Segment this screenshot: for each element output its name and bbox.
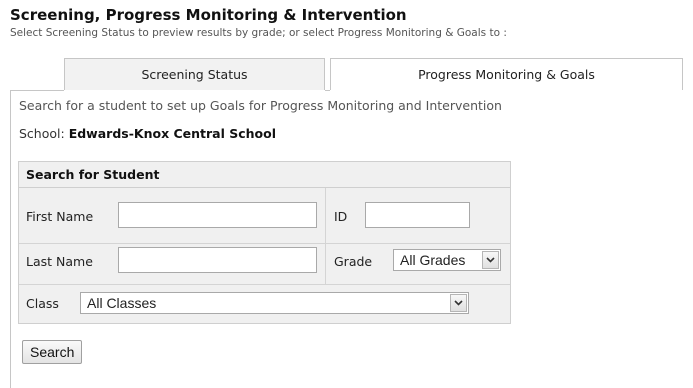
- grade-selected-value: All Grades: [400, 252, 466, 268]
- tab-screening-status[interactable]: Screening Status: [64, 58, 325, 90]
- row-divider: [19, 243, 510, 244]
- tab-divider: [10, 90, 64, 91]
- school-line: School: Edwards-Knox Central School: [19, 126, 276, 141]
- grade-label: Grade: [334, 254, 373, 269]
- search-student-form: Search for Student First Name ID Last Na…: [18, 161, 511, 324]
- chevron-down-icon[interactable]: [482, 251, 499, 269]
- page-title: Screening, Progress Monitoring & Interve…: [10, 6, 407, 24]
- class-select[interactable]: All Classes: [80, 292, 469, 314]
- class-label: Class: [26, 296, 59, 311]
- id-input[interactable]: [365, 202, 470, 228]
- panel-border: [10, 90, 11, 388]
- page-subtitle: Select Screening Status to preview resul…: [10, 27, 507, 39]
- last-name-label: Last Name: [26, 254, 93, 269]
- first-name-label: First Name: [26, 209, 94, 224]
- tab-progress-monitoring-goals[interactable]: Progress Monitoring & Goals: [330, 58, 683, 90]
- first-name-input[interactable]: [118, 202, 317, 228]
- chevron-down-icon[interactable]: [450, 294, 467, 312]
- id-label: ID: [334, 209, 348, 224]
- search-button[interactable]: Search: [22, 340, 83, 364]
- tab-label: Screening Status: [141, 67, 248, 82]
- school-name: Edwards-Knox Central School: [68, 126, 277, 141]
- last-name-input[interactable]: [118, 247, 317, 273]
- class-selected-value: All Classes: [87, 295, 157, 311]
- column-divider: [325, 188, 326, 284]
- school-label: School:: [19, 126, 69, 141]
- tab-divider: [325, 90, 330, 91]
- row-divider: [19, 284, 510, 285]
- grade-select[interactable]: All Grades: [393, 249, 501, 271]
- intro-text: Search for a student to set up Goals for…: [19, 98, 502, 113]
- tab-label: Progress Monitoring & Goals: [418, 67, 595, 82]
- search-form-heading: Search for Student: [19, 162, 510, 188]
